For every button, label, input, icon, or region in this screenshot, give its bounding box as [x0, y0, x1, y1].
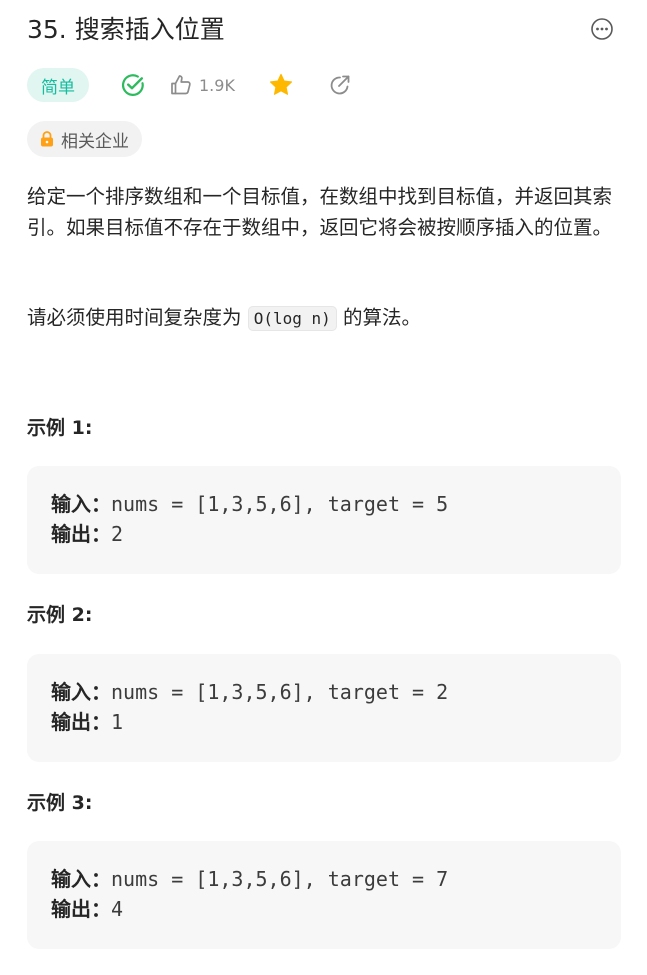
more-options-button[interactable]: [589, 16, 615, 42]
output-label: 输出：: [51, 522, 111, 546]
star-icon: [269, 73, 292, 95]
example-output-line: 输出：1: [51, 707, 123, 737]
share-button[interactable]: [327, 72, 353, 98]
output-value: 1: [111, 710, 124, 734]
example-block: 输入：nums = [1,3,5,6], target = 5 输出：2: [27, 466, 621, 574]
example-title: 示例 3:: [27, 792, 93, 814]
output-value: 2: [111, 522, 124, 546]
complexity-text-after: 的算法。: [336, 306, 421, 329]
example-input-line: 输入：nums = [1,3,5,6], target = 7: [51, 864, 448, 894]
complexity-requirement: 请必须使用时间复杂度为 O(log n) 的算法。: [27, 302, 421, 334]
input-value: nums = [1,3,5,6], target = 7: [111, 867, 449, 891]
input-value: nums = [1,3,5,6], target = 2: [111, 680, 449, 704]
example-input-line: 输入：nums = [1,3,5,6], target = 5: [51, 489, 448, 519]
output-label: 输出：: [51, 710, 111, 734]
input-label: 输入：: [51, 680, 111, 704]
input-label: 输入：: [51, 492, 111, 516]
example-block: 输入：nums = [1,3,5,6], target = 2 输出：1: [27, 654, 621, 762]
example-block: 输入：nums = [1,3,5,6], target = 7 输出：4: [27, 841, 621, 949]
output-value: 4: [111, 897, 124, 921]
problem-description-panel: 35. 搜索插入位置 简单 1.9K 相关企业 给定一个排序数组和一个目标值，在…: [0, 0, 647, 975]
input-value: nums = [1,3,5,6], target = 5: [111, 492, 449, 516]
complexity-text-before: 请必须使用时间复杂度为: [27, 306, 248, 329]
like-button[interactable]: 1.9K: [169, 73, 235, 97]
example-output-line: 输出：2: [51, 519, 123, 549]
output-label: 输出：: [51, 897, 111, 921]
more-icon: [591, 18, 613, 40]
related-companies-label: 相关企业: [61, 131, 129, 152]
favorite-button[interactable]: [268, 72, 294, 98]
problem-meta-bar: 简单 1.9K: [27, 67, 353, 103]
example-output-line: 输出：4: [51, 894, 123, 924]
example-title: 示例 2:: [27, 604, 93, 626]
complexity-code: O(log n): [247, 306, 337, 331]
check-circle-icon: [121, 74, 144, 96]
input-label: 输入：: [51, 867, 111, 891]
thumbs-up-icon: [171, 75, 191, 95]
example-title: 示例 1:: [27, 417, 93, 439]
lock-icon: [41, 131, 53, 147]
like-count: 1.9K: [199, 75, 235, 95]
solved-indicator: [120, 72, 146, 98]
difficulty-badge[interactable]: 简单: [27, 68, 89, 102]
example-input-line: 输入：nums = [1,3,5,6], target = 2: [51, 677, 448, 707]
problem-description: 给定一个排序数组和一个目标值，在数组中找到目标值，并返回其索引。如果目标值不存在…: [27, 185, 613, 239]
related-companies-tag[interactable]: 相关企业: [27, 121, 142, 157]
problem-title: 35. 搜索插入位置: [27, 15, 225, 44]
share-icon: [330, 75, 350, 95]
